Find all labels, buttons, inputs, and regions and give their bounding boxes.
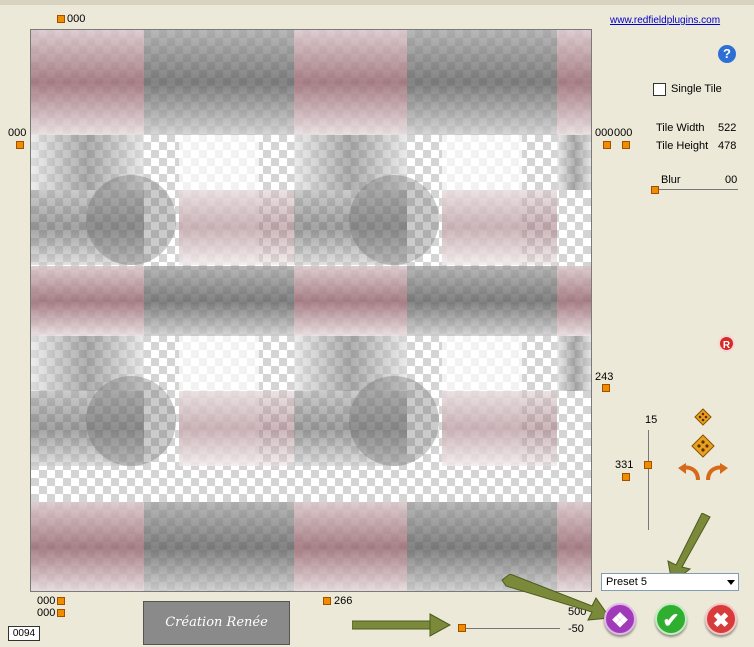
- tile-width-value: 522: [718, 122, 737, 134]
- rotate-right-icon[interactable]: [704, 462, 730, 484]
- blur-label: Blur: [661, 174, 681, 186]
- preset-dropdown[interactable]: Preset 5: [601, 573, 739, 591]
- signature-watermark: Création Renée: [143, 601, 290, 645]
- vertical-slider-track[interactable]: [648, 430, 649, 530]
- left-offset-value: 000: [8, 127, 27, 139]
- tile-height-value: 478: [718, 140, 737, 152]
- preview-canvas[interactable]: [30, 29, 592, 592]
- bottom-center-value: 266: [334, 595, 353, 607]
- tutorial-arrow-random: [501, 574, 611, 621]
- right-offset-value-b: 000: [614, 127, 633, 139]
- title-bar: [0, 0, 754, 5]
- move-small-icon[interactable]: [694, 408, 712, 426]
- rotate-left-icon[interactable]: [676, 462, 702, 484]
- bottom-slider-track[interactable]: [458, 628, 560, 629]
- left-offset-handle[interactable]: [16, 141, 24, 149]
- ok-button[interactable]: ✔: [655, 603, 687, 635]
- vertical-slider-handle[interactable]: [644, 461, 652, 469]
- chevron-down-icon: [727, 580, 735, 585]
- bottom-left-value-b: 000: [37, 607, 56, 619]
- single-tile-checkbox[interactable]: [653, 83, 666, 96]
- blur-slider-track[interactable]: [655, 189, 738, 190]
- plugin-dialog: 000 000 000 000 www.redfieldplugins.com …: [0, 0, 754, 647]
- bottom-left-handle-b[interactable]: [57, 609, 65, 617]
- mid-right-handle[interactable]: [602, 384, 610, 392]
- bottom-left-value-a: 000: [37, 595, 56, 607]
- frame-counter: 0094: [8, 626, 40, 641]
- tutorial-arrow-left: [352, 613, 452, 637]
- blur-value: 00: [725, 174, 738, 186]
- preset-selected: Preset 5: [606, 576, 647, 588]
- vertical-slider-left-value: 331: [615, 459, 634, 471]
- vertical-slider-side-handle[interactable]: [622, 473, 630, 481]
- reset-icon[interactable]: R: [718, 335, 735, 352]
- cancel-button[interactable]: ✖: [705, 603, 737, 635]
- right-offset-value-a: 000: [595, 127, 614, 139]
- vertical-slider-top-value: 15: [645, 414, 658, 426]
- website-link[interactable]: www.redfieldplugins.com: [610, 15, 720, 26]
- bottom-left-handle-a[interactable]: [57, 597, 65, 605]
- tile-width-label: Tile Width: [656, 122, 705, 134]
- help-icon[interactable]: ?: [718, 45, 736, 63]
- blur-slider-handle[interactable]: [651, 186, 659, 194]
- preview-image: [31, 30, 591, 591]
- top-offset-handle[interactable]: [57, 15, 65, 23]
- mid-right-value: 243: [595, 371, 614, 383]
- bottom-slider-value: -50: [568, 623, 584, 635]
- move-large-icon[interactable]: [691, 434, 715, 458]
- bottom-center-handle[interactable]: [323, 597, 331, 605]
- top-offset-value: 000: [67, 13, 86, 25]
- randomize-button[interactable]: ❖: [604, 603, 636, 635]
- bottom-slider-handle[interactable]: [458, 624, 466, 632]
- tile-height-label: Tile Height: [656, 140, 709, 152]
- single-tile-label: Single Tile: [671, 83, 722, 95]
- right-offset-handle-b[interactable]: [622, 141, 630, 149]
- right-offset-handle-a[interactable]: [603, 141, 611, 149]
